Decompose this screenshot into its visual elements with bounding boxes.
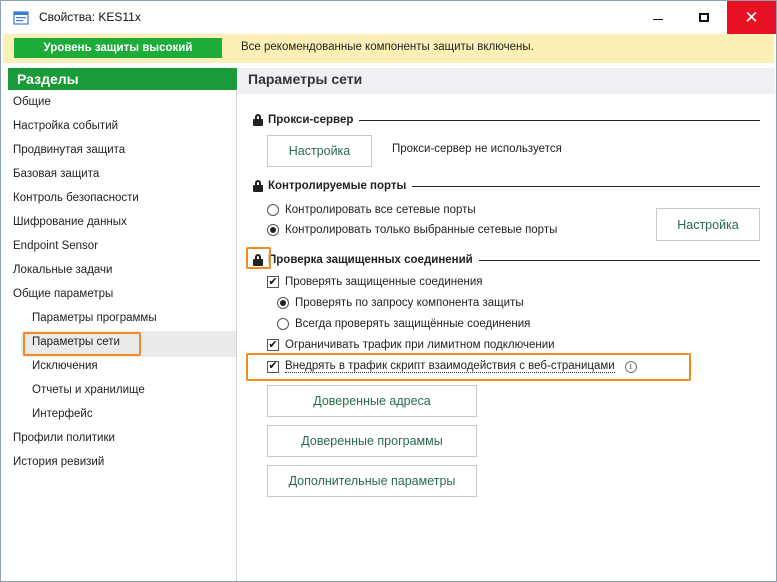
selected-item-highlight [23,332,141,356]
sidebar-item[interactable]: Общие параметры [13,284,113,306]
sidebar-item[interactable]: Профили политики [13,428,115,450]
proxy-status-text: Прокси-сервер не используется [392,143,562,155]
maximize-button[interactable] [681,1,727,34]
trusted-programs-button[interactable]: Доверенные программы [267,425,477,457]
sidebar-item[interactable]: Endpoint Sensor [13,236,98,258]
option-label: Всегда проверять защищённые соединения [295,318,531,330]
protection-status-text: Все рекомендованные компоненты защиты вк… [241,41,534,53]
ports-section-header: Контролируемые порты [252,178,760,194]
network-settings-panel: Параметры сети Прокси-сервер Настройка П… [238,68,775,581]
section-divider [412,185,760,187]
app-icon [13,11,29,25]
radio-button[interactable] [267,204,279,216]
secure-section-title: Проверка защищенных соединений [268,254,473,266]
protection-level-badge: Уровень защиты высокий [14,38,222,58]
check-secure-connections[interactable]: ✔ Проверять защищенные соединения [267,276,483,288]
option-label: Контролировать только выбранные сетевые … [285,224,558,236]
radio-button[interactable] [267,224,279,236]
sidebar-item[interactable]: Контроль безопасности [13,188,139,210]
minimize-icon [653,19,663,20]
properties-window: Свойства: KES11x ✕ Уровень защиты высоки… [0,0,777,582]
section-divider [359,119,760,121]
sidebar-item[interactable]: Общие [13,92,51,114]
window-title: Свойства: KES11x [39,10,141,24]
option-label: Проверять по запросу компонента защиты [295,297,524,309]
secure-option-always[interactable]: Всегда проверять защищённые соединения [277,318,530,330]
proxy-section-title: Прокси-сервер [268,114,354,126]
proxy-section-header: Прокси-сервер [252,112,760,128]
sidebar-item[interactable]: Продвинутая защита [13,140,125,162]
sidebar-item[interactable]: Исключения [32,356,98,378]
trusted-addresses-button[interactable]: Доверенные адреса [267,385,477,417]
sidebar-item[interactable]: Настройка событий [13,116,118,138]
lock-highlight [246,247,271,269]
ports-section-title: Контролируемые порты [268,180,407,192]
ports-option-all[interactable]: Контролировать все сетевые порты [267,204,476,216]
lock-icon[interactable] [252,114,264,126]
sidebar-item[interactable]: Интерфейс [32,404,93,426]
sidebar-item[interactable]: Базовая защита [13,164,99,186]
radio-button[interactable] [277,318,289,330]
minimize-button[interactable] [635,1,681,34]
sidebar-header: Разделы [8,68,237,90]
inject-script-highlight [246,353,691,381]
ports-option-selected[interactable]: Контролировать только выбранные сетевые … [267,224,557,236]
sidebar-item[interactable]: История ревизий [13,452,104,474]
secure-option-on-request[interactable]: Проверять по запросу компонента защиты [277,297,524,309]
sidebar-item[interactable]: Параметры программы [32,308,157,330]
checkbox[interactable]: ✔ [267,276,279,288]
sections-sidebar: Разделы Общие Настройка событий Продвинута… [3,68,237,581]
close-button[interactable]: ✕ [727,1,776,34]
maximize-icon [699,13,709,22]
sidebar-item[interactable]: Локальные задачи [13,260,112,282]
title-bar: Свойства: KES11x ✕ [1,1,776,34]
secure-section-header: Проверка защищенных соединений [252,252,760,268]
sidebar-item[interactable]: Шифрование данных [13,212,127,234]
ports-settings-button[interactable]: Настройка [656,208,760,241]
limit-traffic-option[interactable]: ✔ Ограничивать трафик при лимитном подкл… [267,339,555,351]
section-divider [478,259,760,261]
option-label: Проверять защищенные соединения [285,276,483,288]
advanced-settings-button[interactable]: Дополнительные параметры [267,465,477,497]
radio-button[interactable] [277,297,289,309]
proxy-settings-button[interactable]: Настройка [267,135,372,167]
option-label: Контролировать все сетевые порты [285,204,476,216]
option-label: Ограничивать трафик при лимитном подключ… [285,339,555,351]
checkbox[interactable]: ✔ [267,339,279,351]
lock-icon[interactable] [252,180,264,192]
page-title: Параметры сети [238,68,775,94]
close-icon: ✕ [744,8,759,27]
protection-status-bar: Уровень защиты высокий Все рекомендованн… [3,34,774,63]
sidebar-item[interactable]: Отчеты и хранилище [32,380,145,402]
